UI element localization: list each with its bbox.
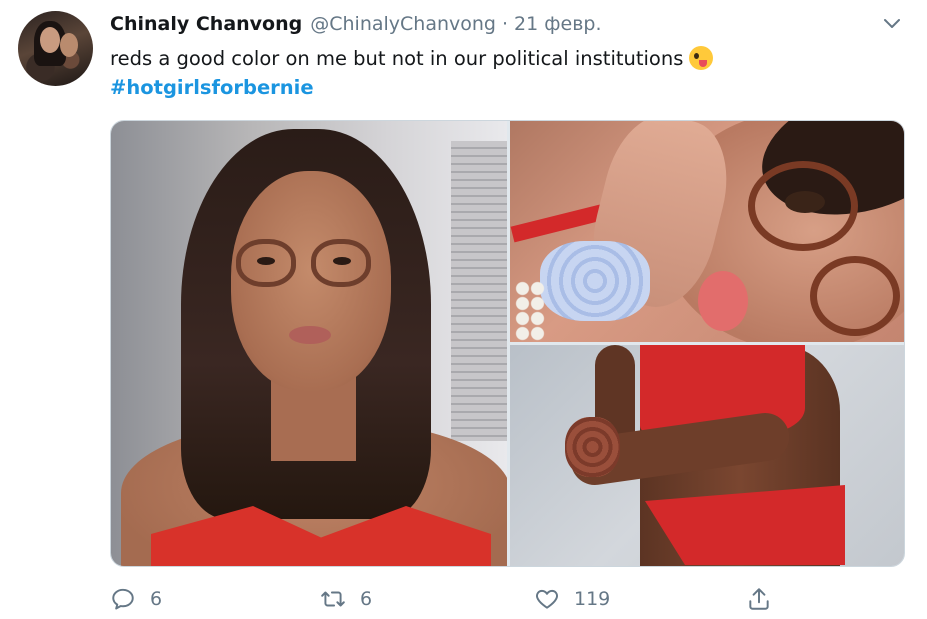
tweet-actions: 6 6 119 <box>110 582 770 616</box>
author-handle[interactable]: @ChinalyChanvong <box>310 13 496 35</box>
tweet-header: Chinaly Chanvong @ChinalyChanvong · 21 ф… <box>110 13 602 35</box>
reply-count: 6 <box>150 588 163 610</box>
author-name[interactable]: Chinaly Chanvong <box>110 13 302 35</box>
photo-1[interactable] <box>111 121 507 566</box>
photo-3[interactable] <box>510 345 904 566</box>
tweet-text: reds a good color on me but not in our p… <box>110 46 714 70</box>
lips <box>698 271 748 331</box>
bead-bracelet <box>515 281 545 341</box>
retweet-count: 6 <box>360 588 373 610</box>
media-grid <box>110 120 905 567</box>
avatar[interactable] <box>18 11 93 86</box>
tweet-date[interactable]: 21 февр. <box>514 13 601 35</box>
share-icon <box>746 586 772 612</box>
glasses-lens <box>748 161 858 251</box>
photo-2[interactable] <box>510 121 904 342</box>
like-button[interactable]: 119 <box>534 582 610 616</box>
avatar-face <box>40 27 60 53</box>
lips <box>289 326 331 344</box>
glasses-lens-2 <box>810 256 900 336</box>
retweet-icon <box>320 586 346 612</box>
reply-icon <box>110 586 136 612</box>
reply-button[interactable]: 6 <box>110 582 162 616</box>
hashtag-link[interactable]: #hotgirlsforbernie <box>110 76 314 99</box>
bracelet <box>565 417 620 477</box>
share-button[interactable] <box>746 582 772 616</box>
zany-face-icon <box>689 46 714 70</box>
chevron-down-icon[interactable] <box>880 12 904 36</box>
scrunchie <box>540 241 650 321</box>
retweet-button[interactable]: 6 <box>320 582 372 616</box>
heart-icon <box>534 586 560 612</box>
tweet-text-body: reds a good color on me but not in our p… <box>110 46 684 70</box>
separator-dot: · <box>502 13 509 35</box>
glasses-left-lens <box>236 239 296 287</box>
like-count: 119 <box>574 588 611 610</box>
glasses-right-lens <box>311 239 371 287</box>
window-blinds <box>451 141 507 441</box>
avatar-face-2 <box>60 33 78 57</box>
